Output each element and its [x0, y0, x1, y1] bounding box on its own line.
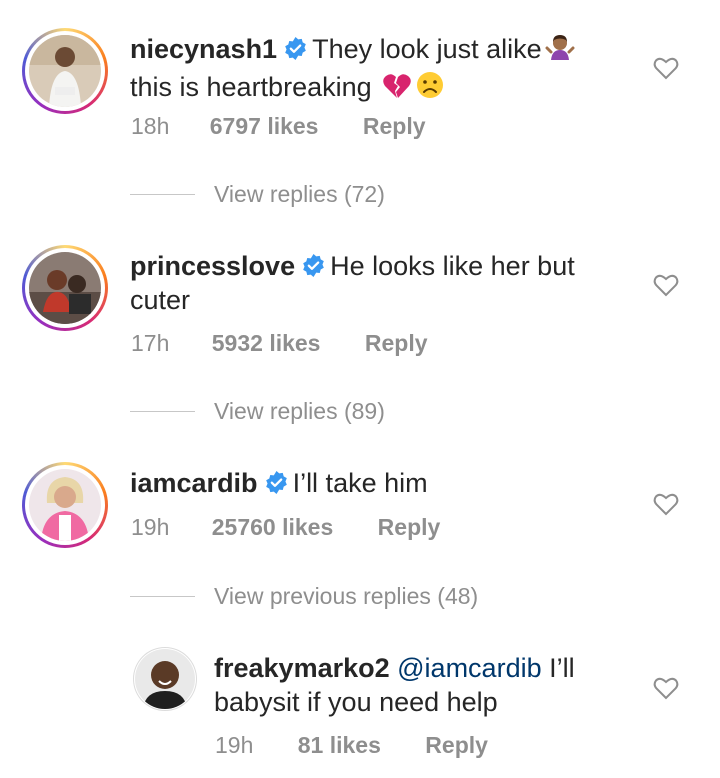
verified-badge-icon — [285, 37, 306, 60]
divider — [130, 596, 195, 597]
comment-body-line2: this is heartbreaking — [130, 72, 372, 102]
comment-body: They look just alike — [312, 34, 542, 64]
heart-outline-icon[interactable] — [653, 676, 679, 700]
comment-body: I’ll take him — [292, 468, 428, 498]
comment-meta: 19h 25760 likes Reply — [131, 514, 440, 541]
timestamp: 19h — [131, 514, 170, 540]
heart-outline-icon[interactable] — [653, 492, 679, 516]
comment-text: freakymarko2 @iamcardib I’ll babysit if … — [214, 651, 575, 719]
comment-body-line2: cuter — [130, 285, 191, 315]
mention-link[interactable]: @iamcardib — [397, 653, 541, 683]
shrug-emoji — [545, 32, 575, 70]
likes-count[interactable]: 6797 likes — [210, 113, 319, 140]
comment-meta: 17h 5932 likes Reply — [131, 330, 428, 357]
comment-text: princesslove He looks like her but cuter — [130, 249, 575, 317]
comment-body-line2: babysit if you need help — [214, 687, 498, 717]
view-replies-button[interactable]: View replies (89) — [214, 398, 385, 425]
username[interactable]: iamcardib — [130, 468, 258, 498]
comment-meta: 18h 6797 likes Reply — [131, 113, 426, 140]
comment-body: I’ll — [549, 653, 575, 683]
reply-button[interactable]: Reply — [425, 732, 488, 759]
broken-heart-emoji — [382, 72, 412, 108]
avatar[interactable] — [22, 462, 108, 548]
reply-button[interactable]: Reply — [378, 514, 441, 541]
reply-button[interactable]: Reply — [363, 113, 426, 140]
timestamp: 17h — [131, 330, 170, 356]
comment-meta: 19h 81 likes Reply — [215, 732, 488, 759]
likes-count[interactable]: 25760 likes — [212, 514, 334, 541]
likes-count[interactable]: 81 likes — [298, 732, 381, 759]
timestamp: 19h — [215, 732, 254, 758]
avatar[interactable] — [22, 28, 108, 114]
username[interactable]: freakymarko2 — [214, 653, 390, 683]
timestamp: 18h — [131, 113, 170, 139]
frowning-face-emoji — [415, 70, 445, 108]
comment-body: He looks like her but — [330, 251, 575, 281]
heart-outline-icon[interactable] — [653, 273, 679, 297]
comment-text: iamcardib I’ll take him — [130, 466, 428, 500]
view-previous-replies-button[interactable]: View previous replies (48) — [214, 583, 478, 610]
username[interactable]: princesslove — [130, 251, 295, 281]
likes-count[interactable]: 5932 likes — [212, 330, 321, 357]
username[interactable]: niecynash1 — [130, 34, 277, 64]
reply-button[interactable]: Reply — [365, 330, 428, 357]
view-replies-button[interactable]: View replies (72) — [214, 181, 385, 208]
comment-text: niecynash1 They look just alike this is h… — [130, 32, 575, 108]
divider — [130, 194, 195, 195]
verified-badge-icon — [303, 254, 324, 277]
divider — [130, 411, 195, 412]
avatar[interactable] — [133, 647, 197, 711]
heart-outline-icon[interactable] — [653, 56, 679, 80]
avatar[interactable] — [22, 245, 108, 331]
verified-badge-icon — [265, 471, 287, 494]
